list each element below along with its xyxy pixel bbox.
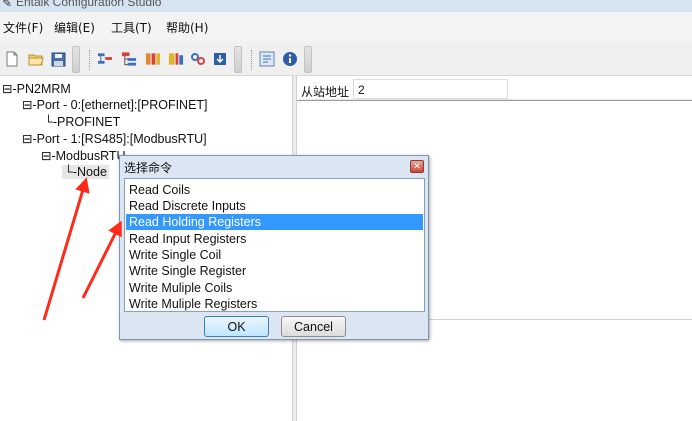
settings-icon[interactable]: [259, 51, 275, 67]
download-icon[interactable]: [212, 51, 228, 67]
window-title: Entalk Configuration Studio: [16, 0, 162, 9]
open-folder-icon[interactable]: [28, 51, 44, 67]
tree-node-port-0[interactable]: ⊟-Port - 0:[ethernet]:[PROFINET]: [22, 98, 208, 112]
tree-node-profinet[interactable]: └-PROFINET: [44, 115, 120, 129]
new-file-icon[interactable]: [4, 51, 20, 67]
toolbar: [0, 42, 692, 76]
command-option[interactable]: Write Muliple Registers: [126, 296, 423, 311]
slave-address-label: 从站地址: [301, 85, 350, 99]
menu-edit[interactable]: 编辑(E): [54, 19, 95, 36]
add-command-icon[interactable]: [145, 51, 161, 67]
command-option[interactable]: Write Single Register: [126, 263, 423, 279]
collapse-icon[interactable]: ⊟-: [2, 82, 17, 96]
tree-node-node[interactable]: └-Node: [62, 165, 109, 179]
info-icon[interactable]: [282, 51, 298, 67]
tree-node-label: Port - 0:[ethernet]:[PROFINET]: [36, 98, 208, 112]
tree-node-label: Node: [77, 165, 107, 179]
menu-help[interactable]: 帮助(H): [166, 19, 208, 36]
collapse-icon[interactable]: ⊟-: [22, 132, 37, 146]
app-icon: ✎: [2, 0, 13, 10]
tree-node-modbusrtu[interactable]: ⊟-ModbusRTU: [41, 149, 126, 163]
save-icon[interactable]: [50, 51, 66, 67]
tree-node-root[interactable]: ⊟-PN2MRM: [2, 82, 71, 96]
tree-connector: └-: [44, 115, 58, 129]
link-icon[interactable]: [190, 51, 206, 67]
menu-bar: 文件(F) 编辑(E) 工具(T) 帮助(H): [0, 12, 692, 42]
property-row: 从站地址 2: [299, 79, 692, 100]
command-option[interactable]: Read Input Registers: [126, 231, 423, 247]
property-divider: [297, 100, 692, 101]
title-bar: ✎ Entalk Configuration Studio: [0, 0, 692, 12]
tree-connector: └-: [64, 165, 78, 179]
collapse-icon[interactable]: ⊟-: [41, 149, 56, 163]
cancel-button[interactable]: Cancel: [281, 316, 346, 337]
add-device-icon[interactable]: [121, 51, 137, 67]
slave-address-field[interactable]: 2: [353, 79, 508, 99]
add-port-icon[interactable]: [97, 51, 113, 67]
command-option[interactable]: Read Coils: [126, 182, 423, 198]
command-option[interactable]: Write Single Coil: [126, 247, 423, 263]
toolbar-grip-2[interactable]: [234, 46, 242, 73]
tree-node-label: ModbusRTU: [55, 149, 126, 163]
dialog-title: 选择命令: [124, 161, 173, 175]
toolbar-separator: [89, 50, 90, 70]
tree-node-port-1[interactable]: ⊟-Port - 1:[RS485]:[ModbusRTU]: [22, 132, 207, 146]
tree-node-label: PN2MRM: [16, 82, 71, 96]
select-command-dialog: 选择命令 ✕ Read Coils Read Discrete Inputs R…: [119, 155, 429, 340]
add-data-icon[interactable]: [168, 51, 184, 67]
command-option[interactable]: Write Muliple Coils: [126, 280, 423, 296]
tree-node-label: Port - 1:[RS485]:[ModbusRTU]: [36, 132, 207, 146]
command-list[interactable]: Read Coils Read Discrete Inputs Read Hol…: [124, 178, 425, 312]
close-icon[interactable]: ✕: [410, 160, 424, 173]
collapse-icon[interactable]: ⊟-: [22, 98, 37, 112]
toolbar-grip[interactable]: [72, 46, 80, 73]
command-option-selected[interactable]: Read Holding Registers: [126, 214, 423, 230]
menu-tools[interactable]: 工具(T): [111, 19, 152, 36]
tree-node-label: PROFINET: [57, 115, 121, 129]
menu-file[interactable]: 文件(F): [3, 19, 43, 36]
command-option[interactable]: Read Discrete Inputs: [126, 198, 423, 214]
toolbar-grip-3[interactable]: [304, 46, 312, 73]
toolbar-separator-2: [251, 50, 252, 70]
ok-button[interactable]: OK: [204, 316, 269, 337]
panel-divider: [429, 319, 692, 320]
